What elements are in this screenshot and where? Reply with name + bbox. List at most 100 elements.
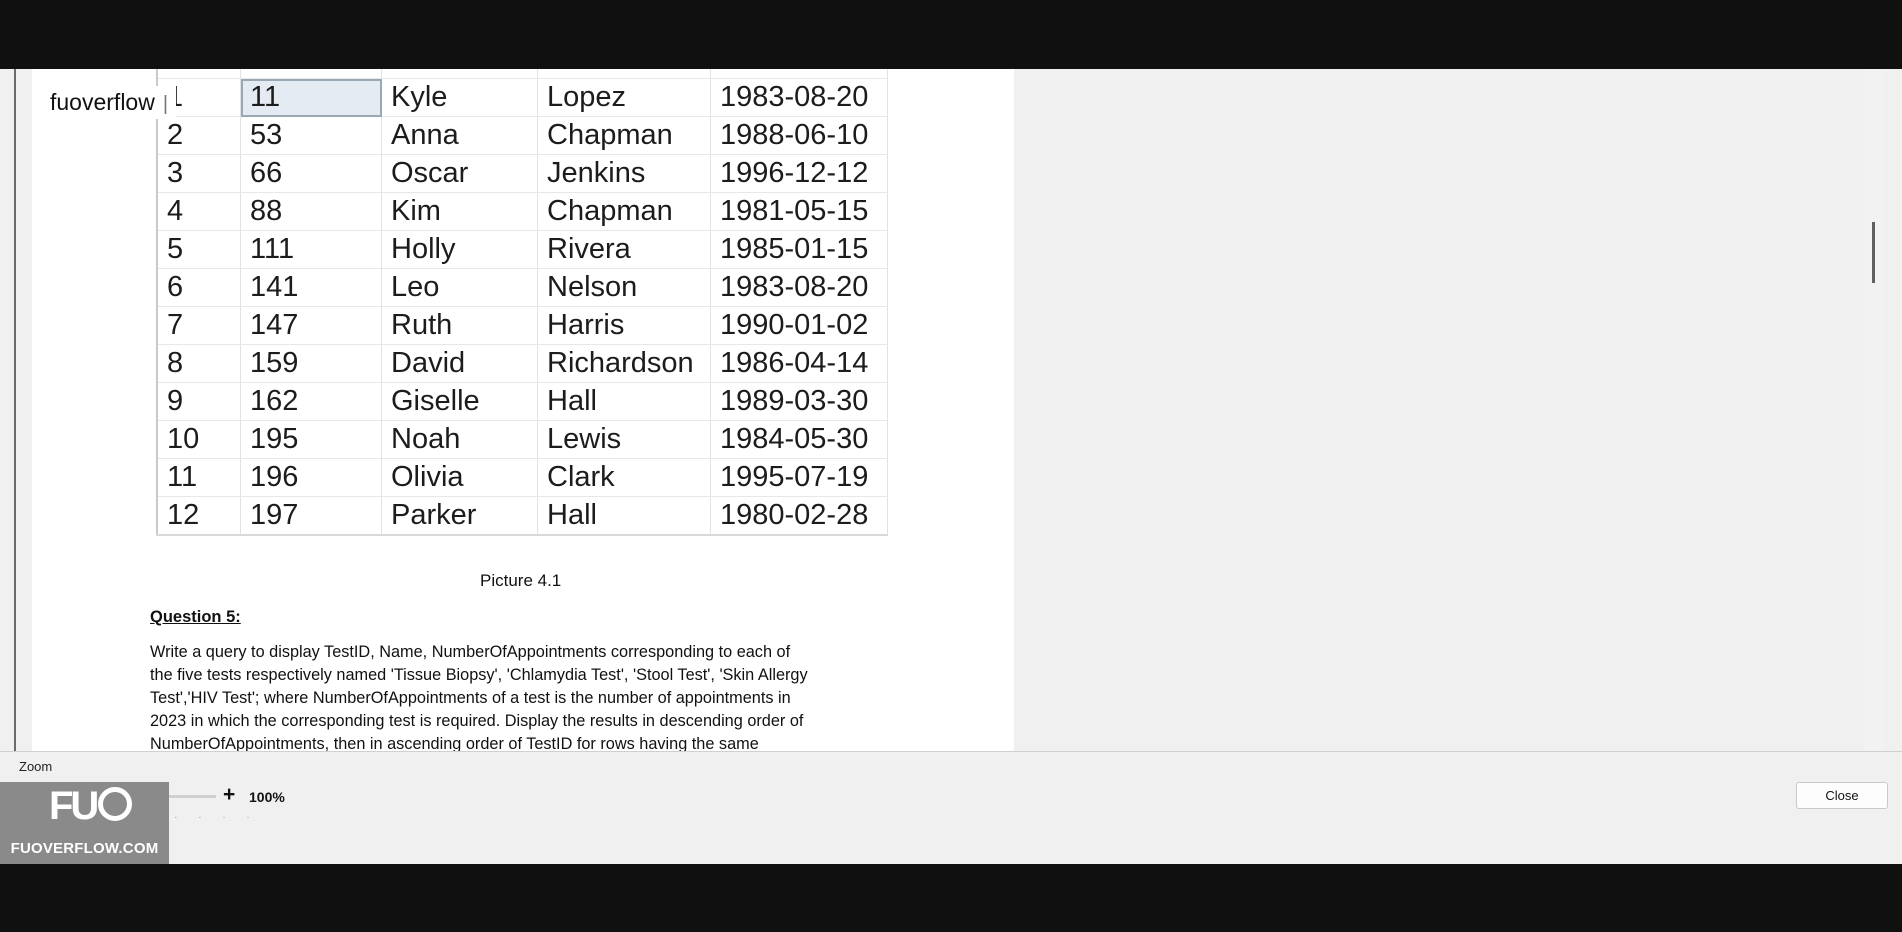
grid-cell-dateofbirth[interactable]: 1990-01-02 [710, 306, 888, 345]
grid-cell-patientid[interactable]: 53 [240, 116, 382, 155]
grid-cell-lastname[interactable]: Harris [537, 306, 711, 345]
grid-cell-lastname[interactable]: Hall [537, 382, 711, 421]
question-line: the five tests respectively named 'Tissu… [150, 666, 808, 684]
table-row[interactable]: 12 197 Parker Hall 1980-02-28 [157, 496, 888, 536]
question-line: Write a query to display TestID, Name, N… [150, 643, 791, 661]
zoom-value: 100% [249, 789, 285, 805]
grid-header-lastname: LastName [537, 69, 711, 79]
close-button[interactable]: Close [1796, 782, 1888, 809]
grid-header-row: PatientID FirstName LastName DateOfBirth [157, 69, 888, 79]
grid-cell-rownum: 7 [157, 306, 241, 345]
grid-cell-rownum: 8 [157, 344, 241, 383]
grid-cell-dateofbirth[interactable]: 1981-05-15 [710, 192, 888, 231]
table-row[interactable]: 8 159 David Richardson 1986-04-14 [157, 344, 888, 383]
grid-cell-rownum: 5 [157, 230, 241, 269]
panel-divider [0, 751, 1902, 752]
logo-ring-icon [98, 787, 133, 822]
grid-cell-rownum: 9 [157, 382, 241, 421]
result-grid: PatientID FirstName LastName DateOfBirth… [156, 69, 888, 536]
grid-cell-dateofbirth[interactable]: 1989-03-30 [710, 382, 888, 421]
grid-cell-dateofbirth[interactable]: 1988-06-10 [710, 116, 888, 155]
grid-cell-firstname[interactable]: Noah [381, 420, 538, 459]
table-row[interactable]: 11 196 Olivia Clark 1995-07-19 [157, 458, 888, 497]
logo-site-name: FUOVERFLOW.COM [10, 840, 159, 857]
grid-cell-rownum: 10 [157, 420, 241, 459]
grid-cell-firstname[interactable]: Anna [381, 116, 538, 155]
grid-cell-patientid[interactable]: 195 [240, 420, 382, 459]
grid-cell-rownum: 2 [157, 116, 241, 155]
table-row[interactable]: 5 111 Holly Rivera 1985-01-15 [157, 230, 888, 269]
grid-cell-patientid[interactable]: 141 [240, 268, 382, 307]
grid-cell-patientid[interactable]: 66 [240, 154, 382, 193]
grid-cell-patientid[interactable]: 11 [240, 78, 382, 117]
grid-cell-dateofbirth[interactable]: 1996-12-12 [710, 154, 888, 193]
grid-cell-lastname[interactable]: Jenkins [537, 154, 711, 193]
grid-cell-firstname[interactable]: Olivia [381, 458, 538, 497]
grid-cell-dateofbirth[interactable]: 1980-02-28 [710, 496, 888, 536]
fuoverflow-watermark: fuoverflow | [42, 86, 177, 119]
grid-header-dateofbirth: DateOfBirth [710, 69, 888, 79]
grid-cell-firstname[interactable]: Kim [381, 192, 538, 231]
grid-cell-rownum: 6 [157, 268, 241, 307]
grid-cell-patientid[interactable]: 196 [240, 458, 382, 497]
grid-cell-patientid[interactable]: 162 [240, 382, 382, 421]
grid-cell-dateofbirth[interactable]: 1995-07-19 [710, 458, 888, 497]
grid-cell-rownum: 3 [157, 154, 241, 193]
picture-caption: Picture 4.1 [480, 571, 562, 590]
grid-cell-lastname[interactable]: Nelson [537, 268, 711, 307]
grid-cell-rownum: 12 [157, 496, 241, 536]
grid-cell-patientid[interactable]: 147 [240, 306, 382, 345]
grid-cell-firstname[interactable]: Ruth [381, 306, 538, 345]
grid-body: 111KyleLopez1983-08-20253AnnaChapman1988… [157, 78, 888, 536]
grid-cell-patientid[interactable]: 159 [240, 344, 382, 383]
grid-cell-firstname[interactable]: Parker [381, 496, 538, 536]
grid-cell-lastname[interactable]: Rivera [537, 230, 711, 269]
grid-cell-firstname[interactable]: Kyle [381, 78, 538, 117]
grid-header-rownum [157, 69, 241, 79]
document-page: PatientID FirstName LastName DateOfBirth… [32, 69, 1014, 751]
grid-cell-patientid[interactable]: 197 [240, 496, 382, 536]
scrollbar-thumb[interactable] [1872, 222, 1875, 283]
fuoverflow-logo: FU FUOVERFLOW.COM [0, 782, 169, 864]
grid-cell-lastname[interactable]: Lopez [537, 78, 711, 117]
question-heading: Question 5: [150, 608, 241, 626]
zoom-in-button[interactable]: + [223, 783, 235, 807]
grid-cell-firstname[interactable]: Oscar [381, 154, 538, 193]
grid-cell-lastname[interactable]: Hall [537, 496, 711, 536]
grid-cell-dateofbirth[interactable]: 1983-08-20 [710, 268, 888, 307]
grid-cell-lastname[interactable]: Clark [537, 458, 711, 497]
grid-cell-firstname[interactable]: Giselle [381, 382, 538, 421]
zoom-label: Zoom [19, 759, 53, 774]
left-border [14, 69, 16, 751]
logo-mark-text: FU [49, 784, 99, 828]
text-caret-icon: | [162, 93, 169, 115]
table-row[interactable]: 3 66 Oscar Jenkins 1996-12-12 [157, 154, 888, 193]
table-row[interactable]: 4 88 Kim Chapman 1981-05-15 [157, 192, 888, 231]
question-line: 2023 in which the corresponding test is … [150, 712, 804, 730]
grid-cell-dateofbirth[interactable]: 1985-01-15 [710, 230, 888, 269]
table-row[interactable]: 7 147 Ruth Harris 1990-01-02 [157, 306, 888, 345]
grid-cell-dateofbirth[interactable]: 1986-04-14 [710, 344, 888, 383]
grid-header-patientid: PatientID [240, 69, 382, 79]
grid-cell-patientid[interactable]: 88 [240, 192, 382, 231]
grid-cell-lastname[interactable]: Chapman [537, 116, 711, 155]
grid-cell-dateofbirth[interactable]: 1984-05-30 [710, 420, 888, 459]
grid-cell-firstname[interactable]: Leo [381, 268, 538, 307]
table-row[interactable]: 2 53 Anna Chapman 1988-06-10 [157, 116, 888, 155]
question-line: Test','HIV Test'; where NumberOfAppointm… [150, 689, 791, 707]
question-text: Write a query to display TestID, Name, N… [150, 641, 906, 751]
table-row[interactable]: 6 141 Leo Nelson 1983-08-20 [157, 268, 888, 307]
grid-cell-lastname[interactable]: Chapman [537, 192, 711, 231]
grid-cell-firstname[interactable]: David [381, 344, 538, 383]
grid-cell-lastname[interactable]: Lewis [537, 420, 711, 459]
table-row[interactable]: 10 195 Noah Lewis 1984-05-30 [157, 420, 888, 459]
table-row[interactable]: 111KyleLopez1983-08-20 [157, 78, 888, 117]
question-line: NumberOfAppointments, then in ascending … [150, 735, 759, 751]
grid-cell-lastname[interactable]: Richardson [537, 344, 711, 383]
table-row[interactable]: 9 162 Giselle Hall 1989-03-30 [157, 382, 888, 421]
grid-cell-patientid[interactable]: 111 [240, 230, 382, 269]
grid-header-firstname: FirstName [381, 69, 538, 79]
grid-cell-dateofbirth[interactable]: 1983-08-20 [710, 78, 888, 117]
grid-cell-firstname[interactable]: Holly [381, 230, 538, 269]
vertical-scrollbar[interactable] [1864, 69, 1884, 751]
